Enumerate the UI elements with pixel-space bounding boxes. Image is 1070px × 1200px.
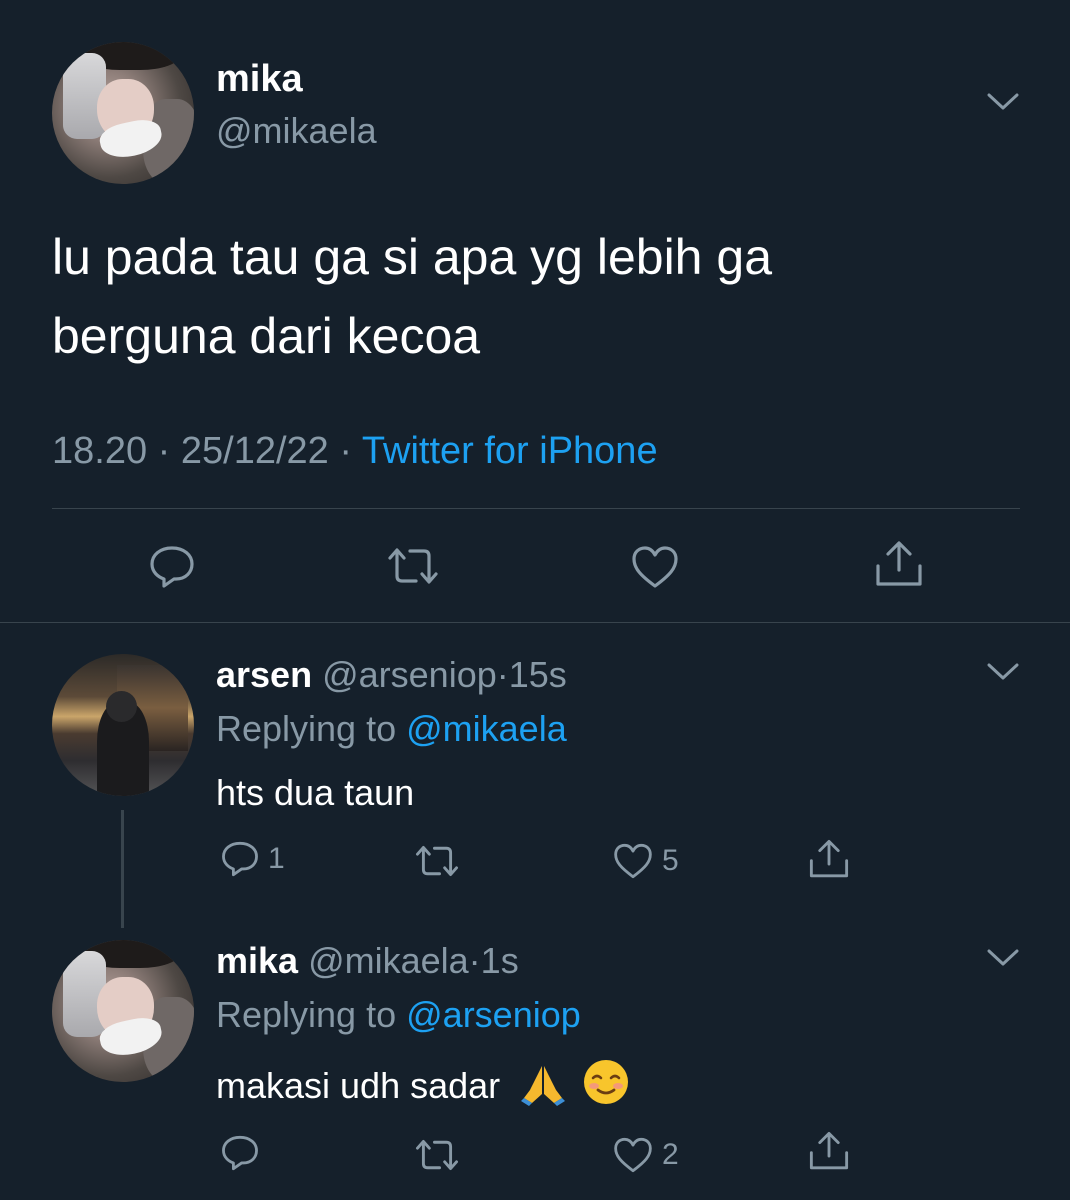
like-button[interactable]: 5 bbox=[612, 842, 679, 880]
thread-connector-line bbox=[121, 810, 124, 928]
reply-button[interactable]: 1 bbox=[220, 840, 285, 878]
replying-to-handle[interactable]: @mikaela bbox=[406, 708, 567, 749]
like-count: 2 bbox=[662, 1138, 679, 1171]
reply-count: 1 bbox=[268, 842, 285, 875]
chevron-down-icon[interactable] bbox=[986, 662, 1020, 682]
reply-button[interactable] bbox=[148, 544, 196, 590]
like-icon bbox=[614, 1137, 652, 1173]
reply-icon bbox=[222, 1135, 258, 1171]
reply-text: makasi udh sadar bbox=[216, 1065, 501, 1106]
chevron-down-icon[interactable] bbox=[986, 948, 1020, 968]
divider bbox=[52, 508, 1020, 509]
share-icon bbox=[876, 541, 922, 586]
tweet-date: 25/12/22 bbox=[180, 430, 329, 472]
reply-button[interactable] bbox=[220, 1134, 268, 1172]
display-name[interactable]: arsen bbox=[216, 654, 312, 695]
replying-to-handle[interactable]: @arseniop bbox=[406, 994, 581, 1035]
tweet-source-link[interactable]: Twitter for iPhone bbox=[362, 430, 658, 472]
timestamp[interactable]: 1s bbox=[481, 940, 519, 981]
reply-icon bbox=[150, 546, 194, 588]
retweet-button[interactable] bbox=[414, 844, 468, 878]
handle[interactable]: @arseniop bbox=[322, 654, 497, 695]
like-button[interactable] bbox=[630, 544, 680, 590]
meta-separator: · bbox=[468, 940, 481, 981]
reply-text: hts dua taun bbox=[216, 772, 415, 813]
tweet-time: 18.20 bbox=[52, 430, 148, 472]
reply-text-row: makasi udh sadar bbox=[216, 1058, 630, 1107]
retweet-icon bbox=[416, 845, 458, 877]
smiling-face-emoji bbox=[584, 1060, 629, 1104]
chevron-down-icon[interactable] bbox=[986, 92, 1020, 112]
reply-header: mika @mikaela·1s bbox=[216, 940, 519, 982]
tweet-meta: 18.20 · 25/12/22 · Twitter for iPhone bbox=[52, 430, 658, 473]
meta-separator: · bbox=[339, 430, 353, 472]
replying-to-label: Replying to bbox=[216, 994, 397, 1035]
avatar[interactable] bbox=[52, 940, 194, 1082]
share-button[interactable] bbox=[808, 838, 850, 880]
avatar[interactable] bbox=[52, 42, 194, 184]
like-icon bbox=[632, 546, 678, 588]
folded-hands-emoji bbox=[521, 1066, 566, 1106]
tweet-text: lu pada tau ga si apa yg lebih ga bergun… bbox=[52, 229, 772, 364]
display-name[interactable]: mika bbox=[216, 58, 303, 101]
share-button[interactable] bbox=[874, 540, 924, 588]
retweet-icon bbox=[416, 1139, 458, 1171]
handle[interactable]: @mikaela bbox=[216, 110, 377, 152]
display-name[interactable]: mika bbox=[216, 940, 298, 981]
replying-to: Replying to @mikaela bbox=[216, 708, 567, 750]
replying-to-label: Replying to bbox=[216, 708, 397, 749]
divider bbox=[0, 622, 1070, 623]
meta-separator: · bbox=[157, 430, 171, 472]
retweet-button[interactable] bbox=[414, 1138, 468, 1172]
share-icon bbox=[809, 1131, 849, 1170]
handle[interactable]: @mikaela bbox=[308, 940, 469, 981]
like-button[interactable]: 2 bbox=[612, 1136, 679, 1174]
replying-to: Replying to @arseniop bbox=[216, 994, 581, 1036]
retweet-button[interactable] bbox=[386, 546, 440, 586]
avatar[interactable] bbox=[52, 654, 194, 796]
share-icon bbox=[809, 839, 849, 878]
share-button[interactable] bbox=[808, 1130, 850, 1172]
like-count: 5 bbox=[662, 844, 679, 877]
timestamp[interactable]: 15s bbox=[509, 654, 567, 695]
meta-separator: · bbox=[496, 654, 509, 695]
retweet-icon bbox=[388, 548, 438, 584]
reply-icon bbox=[222, 841, 258, 877]
reply-header: arsen @arseniop·15s bbox=[216, 654, 567, 696]
like-icon bbox=[614, 843, 652, 879]
